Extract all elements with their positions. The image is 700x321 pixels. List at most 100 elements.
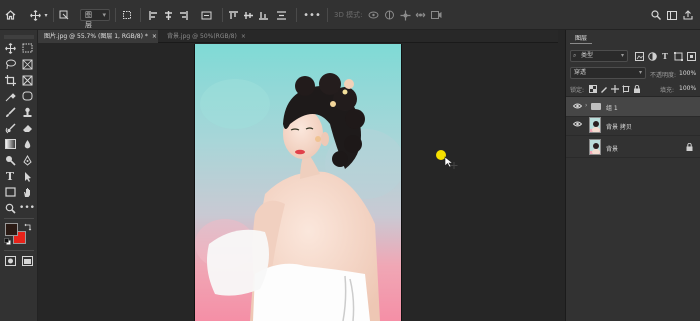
opacity-value[interactable]: 100% bbox=[679, 70, 696, 77]
lock-pixels-icon[interactable] bbox=[600, 85, 608, 93]
edit-toolbar-icon[interactable]: ••• bbox=[19, 202, 35, 214]
path-select-tool-icon[interactable] bbox=[20, 170, 34, 182]
more-icon[interactable]: ••• bbox=[303, 8, 321, 22]
lock-transparent-icon[interactable] bbox=[589, 85, 597, 93]
pen-tool-icon[interactable] bbox=[20, 154, 34, 166]
auto-select-icon[interactable] bbox=[58, 8, 70, 22]
document-image[interactable] bbox=[194, 44, 402, 321]
tab-document-background[interactable]: 背景.jpg @ 50%(RGB/8) × bbox=[161, 30, 255, 43]
history-brush-icon[interactable] bbox=[3, 122, 17, 134]
lock-icon bbox=[686, 142, 693, 153]
canvas-area[interactable] bbox=[38, 43, 558, 321]
layer-thumbnail bbox=[589, 139, 601, 155]
quick-mask-icon[interactable] bbox=[3, 255, 17, 267]
marquee-tool-icon[interactable] bbox=[20, 42, 34, 54]
object-select-tool-icon[interactable] bbox=[20, 58, 34, 70]
gradient-tool-icon[interactable] bbox=[3, 138, 17, 150]
align-bottom-icon[interactable] bbox=[258, 8, 268, 22]
align-top-icon[interactable] bbox=[228, 8, 238, 22]
fill-value[interactable]: 100% bbox=[679, 85, 696, 92]
eraser-tool-icon[interactable] bbox=[20, 122, 34, 134]
distribute-icon[interactable] bbox=[200, 8, 212, 22]
search-icon[interactable] bbox=[650, 8, 662, 22]
visibility-eye-icon[interactable] bbox=[572, 121, 583, 129]
home-icon[interactable] bbox=[4, 8, 16, 22]
crop-tool-icon[interactable] bbox=[3, 74, 17, 86]
tab-label: 背景.jpg @ 50%(RGB/8) bbox=[167, 33, 237, 40]
layer-filter-dropdown[interactable]: ⌕ 类型 bbox=[570, 50, 628, 62]
close-tab-icon[interactable]: × bbox=[241, 33, 246, 40]
slide-icon[interactable] bbox=[414, 8, 426, 22]
divider bbox=[115, 8, 116, 22]
transform-icon[interactable] bbox=[121, 8, 133, 22]
hand-tool-icon[interactable] bbox=[20, 186, 34, 198]
blur-tool-icon[interactable] bbox=[20, 138, 34, 150]
toolbox-grip[interactable] bbox=[2, 33, 36, 39]
distribute-v-icon[interactable] bbox=[275, 8, 287, 22]
options-bar: ▾ 图层 ••• 3D 模式: bbox=[0, 0, 700, 30]
dodge-tool-icon[interactable] bbox=[3, 154, 17, 166]
align-hcenter-icon[interactable] bbox=[163, 8, 173, 22]
pan-icon[interactable] bbox=[399, 8, 411, 22]
brush-tool-icon[interactable] bbox=[3, 106, 17, 118]
align-left-icon[interactable] bbox=[148, 8, 158, 22]
panel-dock-strip bbox=[558, 30, 565, 321]
divider bbox=[222, 8, 223, 22]
lock-label: 锁定: bbox=[570, 87, 585, 94]
divider bbox=[296, 8, 297, 22]
align-vcenter-icon[interactable] bbox=[243, 8, 253, 22]
swap-colors-icon[interactable] bbox=[24, 223, 32, 231]
3d-mode-label: 3D 模式: bbox=[334, 11, 363, 19]
eyedropper-tool-icon[interactable] bbox=[3, 90, 17, 102]
layer-name[interactable]: 背景 bbox=[606, 144, 618, 153]
move-icon[interactable] bbox=[28, 8, 42, 22]
lock-artboard-icon[interactable] bbox=[622, 85, 630, 93]
filter-pixel-icon[interactable] bbox=[634, 51, 644, 61]
lock-all-icon[interactable] bbox=[633, 85, 641, 93]
document-tab-bar: 图片.jpg @ 55.7% (图层 1, RGB/8) * × 背景.jpg @… bbox=[38, 30, 558, 43]
frame-tool-icon[interactable] bbox=[20, 74, 34, 86]
lasso-tool-icon[interactable] bbox=[3, 58, 17, 70]
visibility-eye-icon[interactable] bbox=[572, 103, 583, 111]
layer-name[interactable]: 组 1 bbox=[606, 103, 618, 112]
foreground-color-swatch[interactable] bbox=[5, 223, 18, 236]
layer-name[interactable]: 背景 拷贝 bbox=[606, 122, 632, 131]
expand-arrow-icon[interactable]: › bbox=[585, 102, 587, 109]
video-icon[interactable] bbox=[430, 8, 442, 22]
tab-document-active[interactable]: 图片.jpg @ 55.7% (图层 1, RGB/8) * × bbox=[38, 30, 158, 43]
roll-icon[interactable] bbox=[383, 8, 395, 22]
fill-label: 填充: bbox=[660, 87, 675, 94]
auto-select-target-dropdown[interactable]: 图层 bbox=[80, 9, 110, 29]
default-colors-icon[interactable] bbox=[4, 238, 11, 245]
share-icon[interactable] bbox=[682, 8, 694, 22]
filter-label: 类型 bbox=[581, 52, 594, 59]
layer-thumbnail bbox=[589, 117, 601, 133]
rectangle-tool-icon[interactable] bbox=[3, 186, 17, 198]
toolbox-divider bbox=[4, 218, 34, 219]
filter-type-icon[interactable]: T bbox=[660, 51, 670, 61]
folder-icon bbox=[591, 103, 601, 110]
workspace-icon[interactable] bbox=[666, 8, 678, 22]
filter-smartobject-icon[interactable] bbox=[686, 51, 696, 61]
type-tool-icon[interactable]: T bbox=[3, 170, 17, 183]
filter-adjustment-icon[interactable] bbox=[647, 51, 657, 61]
lock-position-icon[interactable] bbox=[611, 85, 619, 93]
tab-label: 图片.jpg @ 55.7% (图层 1, RGB/8) * bbox=[44, 33, 148, 40]
toolbox: T ••• bbox=[0, 30, 38, 321]
layers-panel: 图层 ⌕ 类型 T 穿透 不透明度: 100% 锁定: 填充: 100% › bbox=[565, 30, 700, 321]
stamp-tool-icon[interactable] bbox=[20, 106, 34, 118]
layer-row-background-copy[interactable]: 背景 拷贝 bbox=[566, 114, 700, 136]
orbit-icon[interactable] bbox=[367, 8, 379, 22]
tab-layers[interactable]: 图层 bbox=[570, 33, 593, 44]
align-right-icon[interactable] bbox=[178, 8, 188, 22]
blend-mode-dropdown[interactable]: 穿透 bbox=[570, 67, 646, 79]
zoom-tool-icon[interactable] bbox=[3, 202, 17, 214]
frame-ellipse-icon[interactable] bbox=[20, 90, 34, 102]
toolbox-divider bbox=[4, 250, 34, 251]
screen-mode-icon[interactable] bbox=[20, 255, 34, 267]
move-tool-icon[interactable] bbox=[3, 42, 17, 54]
layer-row-background[interactable]: 背景 bbox=[566, 136, 700, 158]
close-tab-icon[interactable]: × bbox=[152, 33, 157, 40]
chevron-down-icon[interactable]: ▾ bbox=[43, 8, 49, 22]
filter-shape-icon[interactable] bbox=[673, 51, 683, 61]
